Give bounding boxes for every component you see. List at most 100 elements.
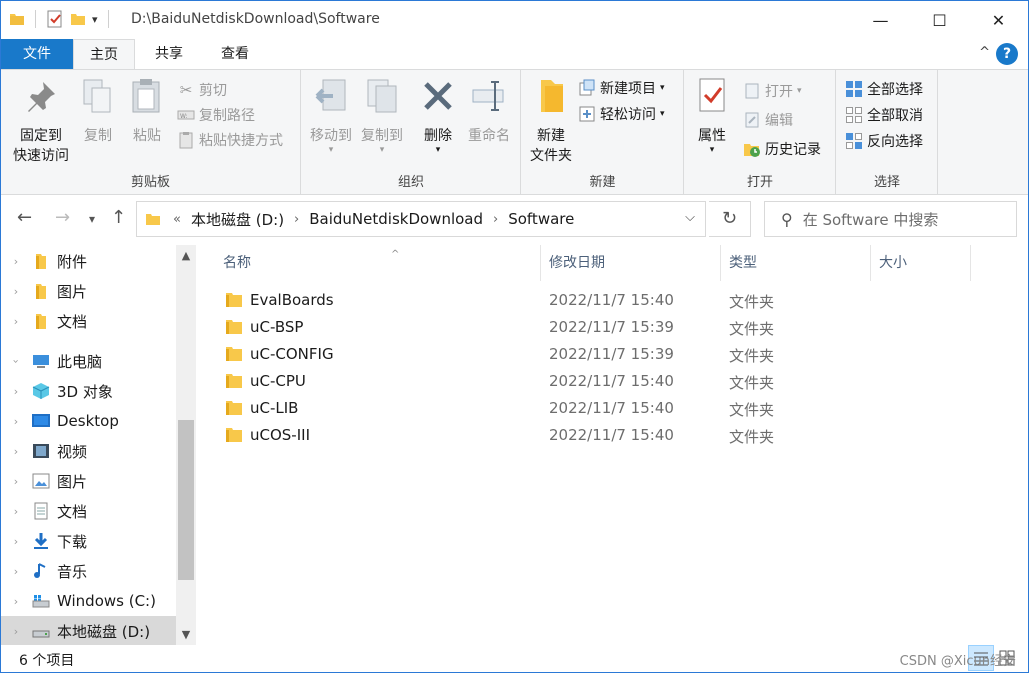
delete-button[interactable]: 删除 ▾ bbox=[418, 76, 458, 155]
tab-view[interactable]: 查看 bbox=[207, 39, 263, 69]
copy-to-button[interactable]: 复制到 ▾ bbox=[356, 76, 408, 155]
file-name: uC-CONFIG bbox=[250, 345, 334, 363]
expand-chevron-icon[interactable]: › bbox=[1, 535, 31, 548]
breadcrumb-overflow[interactable]: « bbox=[173, 212, 181, 227]
collapse-ribbon-button[interactable]: ^ bbox=[979, 45, 990, 60]
scroll-down-chevron-icon[interactable]: ▼ bbox=[176, 628, 196, 641]
file-row[interactable]: uC-CONFIG 2022/11/7 15:39 文件夹 bbox=[215, 341, 975, 368]
scrollbar-thumb[interactable] bbox=[178, 420, 194, 580]
easy-access-button[interactable]: 轻松访问 ▾ bbox=[578, 102, 665, 126]
refresh-icon[interactable]: ↻ bbox=[709, 201, 751, 237]
sidebar-item-music[interactable]: › 音乐 bbox=[1, 556, 176, 586]
scroll-up-chevron-icon[interactable]: ▲ bbox=[176, 249, 196, 262]
rename-label: 重命名 bbox=[468, 128, 510, 144]
search-box[interactable]: ⚲ 在 Software 中搜索 bbox=[764, 201, 1017, 237]
customize-qat-icon[interactable]: ▾ bbox=[92, 13, 98, 26]
expand-chevron-icon[interactable]: › bbox=[1, 445, 31, 458]
cut-label: 剪切 bbox=[199, 83, 227, 99]
expand-chevron-icon[interactable]: › bbox=[1, 625, 31, 638]
tab-share[interactable]: 共享 bbox=[141, 39, 197, 69]
new-item-button[interactable]: 新建项目 ▾ bbox=[578, 76, 665, 100]
sidebar-item-drive-c[interactable]: › Windows (C:) bbox=[1, 586, 176, 616]
select-all-button[interactable]: 全部选择 bbox=[845, 77, 923, 101]
sidebar-item-label: 本地磁盘 (D:) bbox=[57, 622, 151, 641]
sidebar-item-documents[interactable]: › 文档 bbox=[1, 496, 176, 526]
expand-chevron-icon[interactable]: › bbox=[1, 385, 31, 398]
copy-button[interactable]: 复制 bbox=[77, 76, 119, 146]
cut-button[interactable]: ✂ 剪切 bbox=[177, 78, 227, 102]
expand-chevron-icon[interactable]: › bbox=[1, 565, 31, 578]
expand-chevron-icon[interactable]: › bbox=[1, 505, 31, 518]
minimize-button[interactable]: — bbox=[851, 1, 910, 39]
folder-icon bbox=[36, 284, 46, 299]
sidebar-item-this-pc[interactable]: › 此电脑 bbox=[1, 346, 176, 376]
file-row[interactable]: EvalBoards 2022/11/7 15:40 文件夹 bbox=[215, 287, 975, 314]
sidebar-item-videos[interactable]: › 视频 bbox=[1, 436, 176, 466]
up-arrow-icon[interactable]: ↑ bbox=[111, 207, 126, 228]
move-to-button[interactable]: 移动到 ▾ bbox=[306, 76, 356, 155]
collapse-chevron-icon[interactable]: › bbox=[10, 346, 23, 376]
rename-button[interactable]: 重命名 bbox=[462, 76, 516, 146]
sidebar-item-drive-d[interactable]: › 本地磁盘 (D:) bbox=[1, 616, 176, 646]
pin-quick-access-button[interactable]: 固定到 快速访问 bbox=[9, 76, 73, 166]
tab-file[interactable]: 文件 bbox=[1, 39, 73, 69]
sidebar-item-desktop[interactable]: › Desktop bbox=[1, 406, 176, 436]
breadcrumb-software[interactable]: Software bbox=[508, 210, 574, 228]
expand-chevron-icon[interactable]: › bbox=[1, 595, 31, 608]
breadcrumb-chevron-icon[interactable]: › bbox=[294, 212, 299, 227]
search-placeholder[interactable]: 在 Software 中搜索 bbox=[803, 209, 939, 230]
close-button[interactable]: ✕ bbox=[969, 1, 1028, 39]
paste-button[interactable]: 粘贴 bbox=[125, 76, 169, 146]
recent-locations-chevron-icon[interactable]: ▾ bbox=[89, 212, 95, 226]
easy-access-icon bbox=[579, 106, 595, 122]
edit-button[interactable]: 编辑 bbox=[743, 108, 793, 132]
sidebar-item-pictures-pinned[interactable]: › 图片 bbox=[1, 276, 176, 306]
sidebar-item-documents-pinned[interactable]: › 文档 bbox=[1, 306, 176, 336]
delete-label: 删除 bbox=[424, 128, 452, 144]
title-bar: ▾ D:\BaiduNetdiskDownload\Software — ☐ ✕ bbox=[1, 1, 1028, 39]
file-row[interactable]: uCOS-III 2022/11/7 15:40 文件夹 bbox=[215, 422, 975, 449]
back-arrow-icon[interactable]: ← bbox=[17, 207, 32, 228]
new-folder-qat-icon[interactable] bbox=[70, 11, 86, 27]
sidebar-item-pictures[interactable]: › 图片 bbox=[1, 466, 176, 496]
properties-qat-icon[interactable] bbox=[46, 10, 64, 28]
breadcrumb-chevron-icon[interactable]: › bbox=[493, 212, 498, 227]
address-dropdown-icon[interactable]: ⌵ bbox=[685, 210, 695, 225]
breadcrumb-baidu[interactable]: BaiduNetdiskDownload bbox=[309, 210, 483, 228]
sidebar-item-3d-objects[interactable]: › 3D 对象 bbox=[1, 376, 176, 406]
column-header-name[interactable]: ^ 名称 bbox=[215, 245, 541, 281]
forward-arrow-icon[interactable]: → bbox=[55, 207, 70, 228]
column-header-type[interactable]: 类型 bbox=[721, 245, 871, 281]
column-header-size[interactable]: 大小 bbox=[871, 245, 971, 281]
paste-shortcut-button[interactable]: 粘贴快捷方式 bbox=[177, 128, 283, 152]
expand-chevron-icon[interactable]: › bbox=[1, 255, 31, 268]
sort-ascending-icon: ^ bbox=[391, 249, 400, 260]
search-icon: ⚲ bbox=[781, 209, 793, 229]
invert-selection-button[interactable]: 反向选择 bbox=[845, 129, 923, 153]
expand-chevron-icon[interactable]: › bbox=[1, 285, 31, 298]
tab-home[interactable]: 主页 bbox=[73, 39, 135, 70]
file-date: 2022/11/7 15:39 bbox=[549, 318, 674, 336]
breadcrumb-drive[interactable]: 本地磁盘 (D:) bbox=[191, 209, 284, 230]
properties-button[interactable]: 属性 ▾ bbox=[691, 76, 733, 155]
select-none-button[interactable]: 全部取消 bbox=[845, 103, 923, 127]
history-button[interactable]: 历史记录 bbox=[743, 137, 821, 161]
open-button[interactable]: 打开 ▾ bbox=[743, 79, 802, 103]
copy-path-button[interactable]: W: 复制路径 bbox=[177, 103, 255, 127]
file-row[interactable]: uC-CPU 2022/11/7 15:40 文件夹 bbox=[215, 368, 975, 395]
file-row[interactable]: uC-LIB 2022/11/7 15:40 文件夹 bbox=[215, 395, 975, 422]
help-button[interactable]: ? bbox=[996, 43, 1018, 65]
svg-text:W:: W: bbox=[180, 113, 188, 120]
sidebar-item-downloads[interactable]: › 下载 bbox=[1, 526, 176, 556]
3d-objects-icon bbox=[32, 383, 50, 399]
sidebar-scrollbar[interactable]: ▲ ▼ bbox=[176, 245, 196, 645]
maximize-button[interactable]: ☐ bbox=[910, 1, 969, 39]
expand-chevron-icon[interactable]: › bbox=[1, 475, 31, 488]
column-header-date[interactable]: 修改日期 bbox=[541, 245, 721, 281]
file-row[interactable]: uC-BSP 2022/11/7 15:39 文件夹 bbox=[215, 314, 975, 341]
expand-chevron-icon[interactable]: › bbox=[1, 415, 31, 428]
new-folder-button[interactable]: 新建 文件夹 bbox=[526, 76, 576, 166]
expand-chevron-icon[interactable]: › bbox=[1, 315, 31, 328]
sidebar-item-attachments[interactable]: › 附件 bbox=[1, 246, 176, 276]
address-bar[interactable]: « 本地磁盘 (D:) › BaiduNetdiskDownload › Sof… bbox=[136, 201, 706, 237]
